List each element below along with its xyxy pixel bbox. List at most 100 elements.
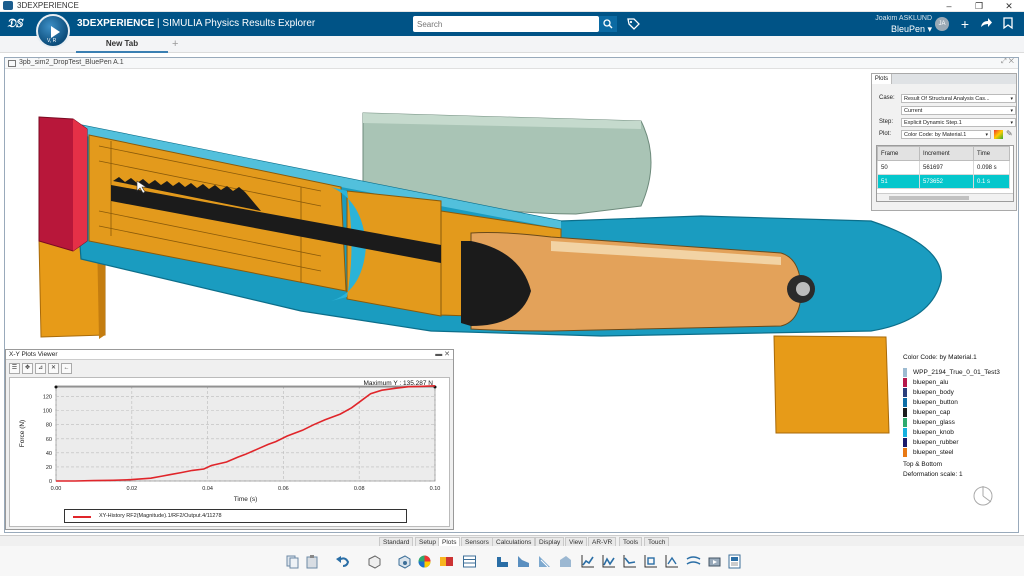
legend-item-label: bluepen_rubber [913, 438, 959, 446]
user-info[interactable]: Joakim ASKLUND BleuPen ▾ [872, 15, 932, 35]
chart-legend: XY-History RF2(Magnitude).1/RF2/Output.4… [64, 509, 407, 523]
table-row[interactable]: 50 561697 0.098 s [877, 160, 1010, 175]
table-row[interactable]: 51 573652 0.1 s [877, 174, 1010, 189]
viewer-window-controls[interactable]: ⤢ ✕ [1001, 58, 1014, 66]
xy-viewer-controls[interactable]: ▬ ✕ [435, 350, 450, 358]
top-bar: 𝔇𝕊 3DEXPERIENCE | SIMULIA Physics Result… [0, 12, 1024, 36]
section-plot-icon[interactable] [516, 554, 531, 569]
legend-top-bottom: Top & Bottom [903, 461, 943, 468]
legend-item-label: bluepen_glass [913, 418, 955, 426]
delete-curve-icon[interactable]: ✕ [48, 363, 59, 374]
frames-table[interactable]: Frame Increment Time 50 561697 0.098 s 5… [876, 145, 1014, 202]
user-name: Joakim ASKLUND [875, 15, 932, 22]
legend-item: bluepen_glass [903, 417, 1021, 427]
frame-mode-select[interactable]: Current ▾ [901, 106, 1016, 115]
legend-swatch [903, 417, 907, 427]
window-title: 3DEXPERIENCE [17, 1, 79, 10]
search-input[interactable] [413, 16, 599, 32]
xy-chart-area[interactable]: 0 20 40 60 80 100 120 0.00 0.02 0.04 0.06 0.08 0.10 T… [9, 377, 450, 527]
chevron-down-icon: ▾ [1010, 96, 1013, 102]
app-logo-icon [3, 1, 13, 10]
add-icon[interactable]: + [957, 16, 973, 32]
tag-icon[interactable] [626, 17, 640, 31]
y-tick-label: 120 [43, 395, 52, 401]
model-icon [8, 60, 16, 67]
plot-row: Plot: Color Code: by Material.1 ▾ ✎ [879, 129, 1013, 139]
x-tick-label: 0.08 [354, 486, 365, 492]
column-header-increment[interactable]: Increment [919, 146, 974, 161]
undo-icon[interactable] [335, 554, 350, 569]
iso-surface-icon[interactable] [537, 554, 552, 569]
streamline-icon[interactable] [686, 554, 701, 569]
table-icon[interactable] [462, 554, 477, 569]
force-time-chart[interactable]: 0 20 40 60 80 100 120 0.00 0.02 0.04 0.06 0.08 0.10 T… [10, 378, 451, 506]
plot-select[interactable]: Color Code: by Material.1 ▾ [901, 130, 991, 139]
workspace-selector[interactable]: BleuPen ▾ [872, 24, 932, 35]
line-plot-icon[interactable] [622, 554, 637, 569]
step-select[interactable]: Explicit Dynamic Step.1 ▾ [901, 118, 1016, 127]
brand-title: 3DEXPERIENCE | SIMULIA Physics Results E… [77, 18, 316, 29]
horizontal-scrollbar[interactable] [877, 193, 1013, 201]
fit-all-icon[interactable]: ✥ [22, 363, 33, 374]
tab-bar: New Tab + [0, 36, 1024, 53]
select-box-icon[interactable] [367, 554, 382, 569]
back-arrow-icon[interactable]: ← [61, 363, 72, 374]
sensor-plot-icon[interactable] [643, 554, 658, 569]
legend-item-label: bluepen_button [913, 398, 958, 406]
y-tick-label: 60 [46, 437, 52, 443]
edit-icon[interactable]: ✎ [1006, 129, 1013, 138]
chart-options-icon[interactable]: ⊿ [35, 363, 46, 374]
compass-widget[interactable]: V, R [36, 14, 70, 48]
close-icon[interactable]: ✕ [994, 0, 1024, 12]
step-row: Step: Explicit Dynamic Step.1 ▾ [872, 118, 1016, 128]
action-bar-tabs: Standard Setup Plots Sensors Calculations Dis… [0, 535, 1024, 547]
legend-swatch [903, 397, 907, 407]
xy-plot-icon[interactable] [580, 554, 595, 569]
minimize-icon[interactable]: – [934, 0, 964, 12]
share-icon[interactable] [978, 16, 994, 32]
chevron-down-icon: ▾ [985, 132, 988, 138]
viewer-header: 3pb_sim2_DropTest_BluePen A.1 ⤢ ✕ [5, 58, 1018, 69]
legend-swatch [903, 387, 907, 397]
play-icon [51, 26, 60, 38]
tab-plots[interactable]: Plots [872, 74, 892, 84]
color-plot-icon[interactable] [417, 554, 432, 569]
probe-icon[interactable] [664, 554, 679, 569]
y-tick-label: 40 [46, 451, 52, 457]
column-header-frame[interactable]: Frame [877, 146, 920, 161]
legend-swatch [903, 377, 907, 387]
avatar[interactable]: JA [935, 17, 949, 31]
legend-swatch [903, 447, 907, 457]
history-plot-icon[interactable] [601, 554, 616, 569]
paste-icon[interactable] [305, 554, 320, 569]
volume-plot-icon[interactable] [558, 554, 573, 569]
copy-icon[interactable] [285, 554, 300, 569]
animation-icon[interactable] [707, 554, 722, 569]
background-icon[interactable] [439, 554, 454, 569]
color-map-icon[interactable] [994, 130, 1003, 139]
report-icon[interactable] [727, 554, 742, 569]
tab-new-tab[interactable]: New Tab [76, 36, 168, 53]
case-row: Case: Result Of Structural Analysis Cas.… [872, 94, 1016, 104]
legend-item: bluepen_rubber [903, 437, 1021, 447]
x-axis-label: Time (s) [234, 496, 258, 503]
legend-item: bluepen_steel [903, 447, 1021, 457]
legend-swatch [903, 407, 907, 417]
deformation-scale: Deformation scale: 1 [903, 471, 963, 478]
legend-item: bluepen_button [903, 397, 1021, 407]
add-tab-button[interactable]: + [172, 36, 178, 52]
case-select[interactable]: Result Of Structural Analysis Cas... ▾ [901, 94, 1016, 103]
view-mode-icon[interactable] [397, 554, 412, 569]
x-tick-label: 0.10 [430, 486, 441, 492]
plot-cut-icon[interactable] [495, 554, 510, 569]
search-button[interactable] [599, 16, 617, 32]
column-header-time[interactable]: Time [973, 146, 1010, 161]
dassault-logo-icon: 𝔇𝕊 [7, 16, 23, 30]
curves-list-icon[interactable]: ☰ [9, 363, 20, 374]
legend-item-label: bluepen_cap [913, 408, 951, 416]
chevron-down-icon: ▾ [1010, 108, 1013, 114]
legend-item: bluepen_body [903, 387, 1021, 397]
xy-plots-viewer: X-Y Plots Viewer ▬ ✕ ☰ ✥ ⊿ ✕ ← 0 20 40 60 80… [5, 349, 454, 530]
maximize-icon[interactable]: ❐ [964, 0, 994, 12]
help-icon[interactable] [1000, 16, 1016, 32]
